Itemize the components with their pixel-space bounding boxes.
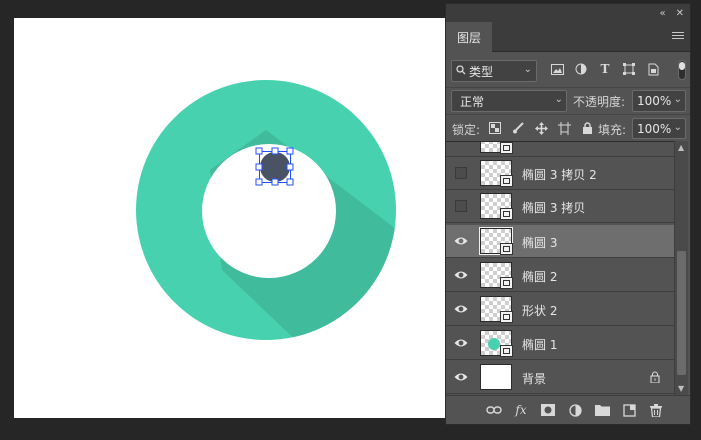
shape-layer-icon [500, 175, 513, 187]
scrollbar-thumb[interactable] [677, 251, 686, 375]
layer-thumbnail [480, 142, 513, 154]
layer-thumbnail [480, 330, 513, 357]
blend-mode-select[interactable]: 正常 ⌄ [451, 90, 567, 112]
eye-icon[interactable] [454, 303, 468, 315]
visibility-toggle-off[interactable] [455, 200, 467, 212]
filter-kind-select[interactable]: 类型 ⌄ [451, 60, 537, 82]
layer-name[interactable]: 形状 2 [522, 302, 557, 319]
lock-all-icon[interactable] [579, 120, 595, 136]
artwork [136, 80, 396, 340]
type-filter-icon[interactable]: T [597, 61, 613, 77]
smart-object-filter-icon[interactable] [645, 61, 661, 77]
blend-row: 正常 ⌄ 不透明度: 100% ⌄ [446, 87, 690, 113]
image-filter-icon[interactable] [549, 61, 565, 77]
fx-icon[interactable]: fx [513, 402, 529, 418]
layer-row[interactable]: 椭圆 3 拷贝 [446, 190, 674, 223]
eye-icon[interactable] [454, 235, 468, 247]
layer-thumbnail [480, 262, 513, 289]
layers-panel: « ✕ 图层 类型 ⌄ T 正常 ⌄ 不透明度: 100% ⌄ 锁定: 填充: … [445, 3, 691, 425]
eye-icon[interactable] [454, 337, 468, 349]
adjustment-icon[interactable] [567, 402, 583, 418]
small-dot [260, 152, 290, 182]
visibility-toggle-off[interactable] [455, 167, 467, 179]
shape-layer-icon [500, 345, 513, 357]
panel-menu-icon[interactable] [672, 30, 684, 42]
shape-layer-icon [500, 311, 513, 323]
shape-layer-icon [500, 243, 513, 255]
search-icon [456, 64, 466, 78]
lock-position-move-icon[interactable] [533, 120, 549, 136]
scroll-down-icon[interactable]: ▼ [678, 384, 684, 393]
opacity-field[interactable]: 100% ⌄ [632, 90, 686, 112]
fill-field[interactable]: 100% ⌄ [632, 118, 686, 139]
lock-transparency-icon[interactable] [487, 120, 503, 136]
filter-toggle[interactable] [678, 60, 686, 80]
layer-name[interactable]: 椭圆 2 [522, 268, 557, 285]
folder-icon[interactable] [594, 402, 610, 418]
layer-row[interactable]: 椭圆 2 [446, 259, 674, 292]
layer-name[interactable]: 椭圆 3 拷贝 [522, 199, 585, 216]
chevron-down-icon[interactable]: ⌄ [674, 94, 682, 105]
layer-row[interactable]: 椭圆 1 [446, 327, 674, 360]
layer-name[interactable]: 椭圆 3 [522, 234, 557, 251]
shape-layer-icon [500, 277, 513, 289]
chevron-down-icon[interactable]: ⌄ [674, 122, 682, 133]
layer-thumbnail [480, 193, 513, 220]
layer-row[interactable]: 椭圆 3 拷贝 2 [446, 157, 674, 190]
filter-kind-value: 类型 [469, 64, 494, 79]
shape-filter-icon[interactable] [621, 61, 637, 77]
panel-titlebar: « ✕ [446, 4, 690, 22]
opacity-value: 100% [637, 94, 672, 108]
scroll-up-icon[interactable]: ▲ [678, 143, 684, 152]
layer-name[interactable]: 背景 [522, 370, 546, 387]
eye-icon[interactable] [454, 371, 468, 383]
panel-tab-row: 图层 [446, 22, 690, 52]
lock-pixels-brush-icon[interactable] [510, 120, 526, 136]
layer-thumbnail [480, 364, 512, 390]
mask-icon[interactable] [540, 402, 556, 418]
layer-name[interactable]: 椭圆 1 [522, 336, 557, 353]
layers-list: 椭圆 3 拷贝 2 椭圆 3 拷贝 椭圆 3 椭圆 2 形状 2 椭圆 1 背景 [446, 141, 674, 395]
layer-row-selected[interactable]: 椭圆 3 [446, 225, 674, 258]
blend-mode-value: 正常 [460, 94, 485, 109]
layer-name[interactable]: 椭圆 3 拷贝 2 [522, 166, 597, 183]
document-canvas[interactable] [14, 18, 445, 418]
layer-thumbnail [480, 160, 513, 187]
chevron-down-icon: ⌄ [523, 64, 532, 75]
trash-icon[interactable] [648, 402, 664, 418]
shape-layer-icon [500, 208, 513, 220]
layers-bottom-toolbar: fx [446, 395, 690, 424]
teal-circle-thumb [488, 338, 500, 350]
lock-label: 锁定: [452, 123, 481, 137]
link-icon[interactable] [486, 402, 502, 418]
lock-row: 锁定: 填充: 100% ⌄ [446, 114, 690, 140]
layer-row-background[interactable]: 背景 [446, 361, 674, 394]
adjustment-filter-icon[interactable] [573, 61, 589, 77]
fill-value: 100% [637, 121, 672, 136]
layer-thumbnail [479, 227, 513, 255]
layers-scrollbar[interactable]: ▲ ▼ [674, 141, 688, 395]
eye-icon[interactable] [454, 269, 468, 281]
tab-layers[interactable]: 图层 [446, 22, 492, 52]
lock-icon [650, 371, 660, 383]
fill-label: 填充: [598, 123, 627, 137]
chevron-down-icon: ⌄ [554, 94, 563, 105]
lock-artboard-icon[interactable] [556, 120, 572, 136]
layer-thumbnail [480, 296, 513, 323]
layer-filter-row: 类型 ⌄ T [446, 56, 690, 86]
layer-row[interactable]: 形状 2 [446, 293, 674, 326]
layer-row-partial[interactable] [446, 142, 674, 157]
new-layer-icon[interactable] [621, 402, 637, 418]
opacity-label: 不透明度: [573, 95, 626, 109]
collapse-icon[interactable]: « [659, 8, 665, 19]
close-icon[interactable]: ✕ [676, 8, 684, 19]
